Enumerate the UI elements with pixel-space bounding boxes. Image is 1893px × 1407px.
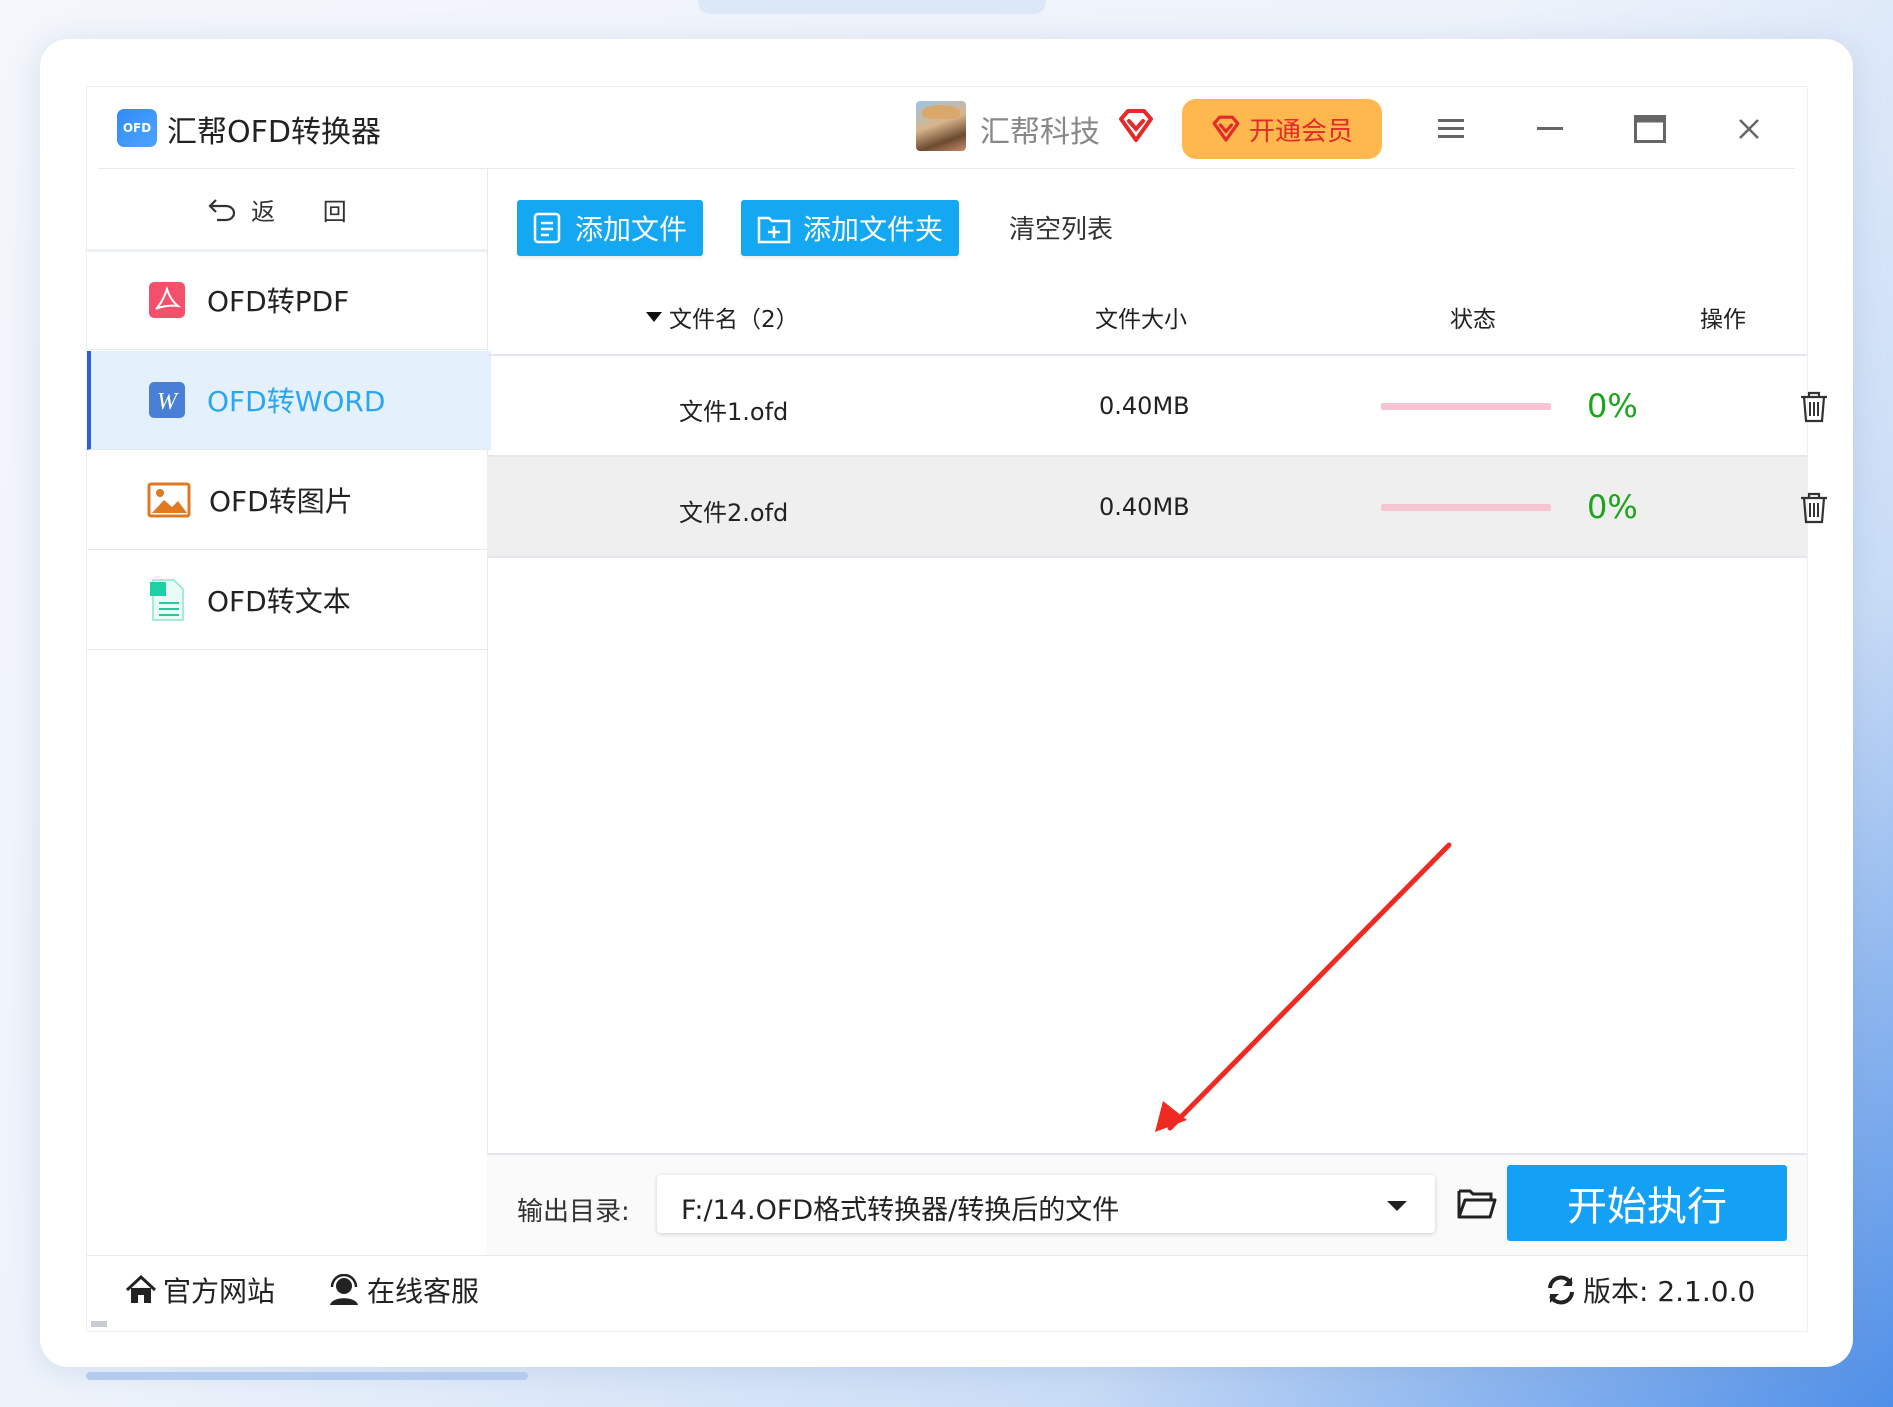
website-label: 官方网站 — [163, 1275, 276, 1308]
output-dir-value: F:/14.OFD格式转换器/转换后的文件 — [681, 1195, 1120, 1226]
sidebar-item-label: OFD转PDF — [207, 285, 350, 318]
sidebar-item-ofd-to-pdf[interactable]: OFD转PDF — [87, 251, 487, 350]
chevron-down-icon — [1387, 1201, 1407, 1211]
sidebar-item-label: OFD转图片 — [209, 485, 353, 518]
support-label: 在线客服 — [367, 1275, 480, 1308]
text-doc-icon — [150, 579, 184, 621]
back-arrow-icon — [208, 199, 236, 222]
output-dir-select[interactable]: F:/14.OFD格式转换器/转换后的文件 — [657, 1175, 1435, 1233]
version-info[interactable]: 版本: 2.1.0.0 — [1545, 1270, 1755, 1310]
back-label: 返 回 — [251, 197, 367, 226]
customer-service-icon — [330, 1274, 358, 1305]
word-icon: W — [149, 382, 185, 418]
app-title: 汇帮OFD转换器 — [167, 115, 381, 150]
sidebar-item-label: OFD转WORD — [207, 385, 386, 418]
home-icon — [125, 1275, 157, 1303]
image-icon — [147, 482, 191, 518]
logo-text: OFD — [122, 121, 152, 135]
open-folder-icon[interactable] — [1455, 1183, 1499, 1223]
output-dir-label: 输出目录: — [517, 1197, 630, 1227]
sidebar: 返 回 OFD转PDF W OFD转WORD OFD转图片 OFD转文本 — [87, 169, 491, 1327]
refresh-icon — [1548, 1275, 1574, 1305]
sidebar-item-ofd-to-text[interactable]: OFD转文本 — [87, 551, 487, 650]
output-bar: 输出目录: F:/14.OFD格式转换器/转换后的文件 开始执行 — [487, 1153, 1807, 1255]
start-button[interactable]: 开始执行 — [1507, 1165, 1787, 1241]
sidebar-item-label: OFD转文本 — [207, 585, 351, 618]
top-edge-tab — [698, 0, 1046, 14]
app-logo-icon: OFD — [117, 109, 157, 147]
pdf-icon — [149, 282, 185, 318]
support-link[interactable]: 在线客服 — [327, 1270, 479, 1310]
svg-text:W: W — [157, 389, 179, 415]
footer: 官方网站 在线客服 版本: 2.1.0.0 — [87, 1255, 1807, 1332]
app-window: OFD 汇帮OFD转换器 汇帮科技 开通会员 返 回 OFD转PDF W OFD… — [86, 86, 1827, 1332]
version-label: 版本: 2.1.0.0 — [1583, 1275, 1756, 1308]
bottom-scroll-bar — [86, 1372, 528, 1380]
sidebar-item-ofd-to-image[interactable]: OFD转图片 — [87, 451, 487, 550]
annotation-arrow — [1155, 842, 1452, 1132]
website-link[interactable]: 官方网站 — [125, 1270, 275, 1310]
sidebar-item-ofd-to-word[interactable]: W OFD转WORD — [87, 351, 491, 450]
back-button[interactable]: 返 回 — [87, 169, 487, 252]
